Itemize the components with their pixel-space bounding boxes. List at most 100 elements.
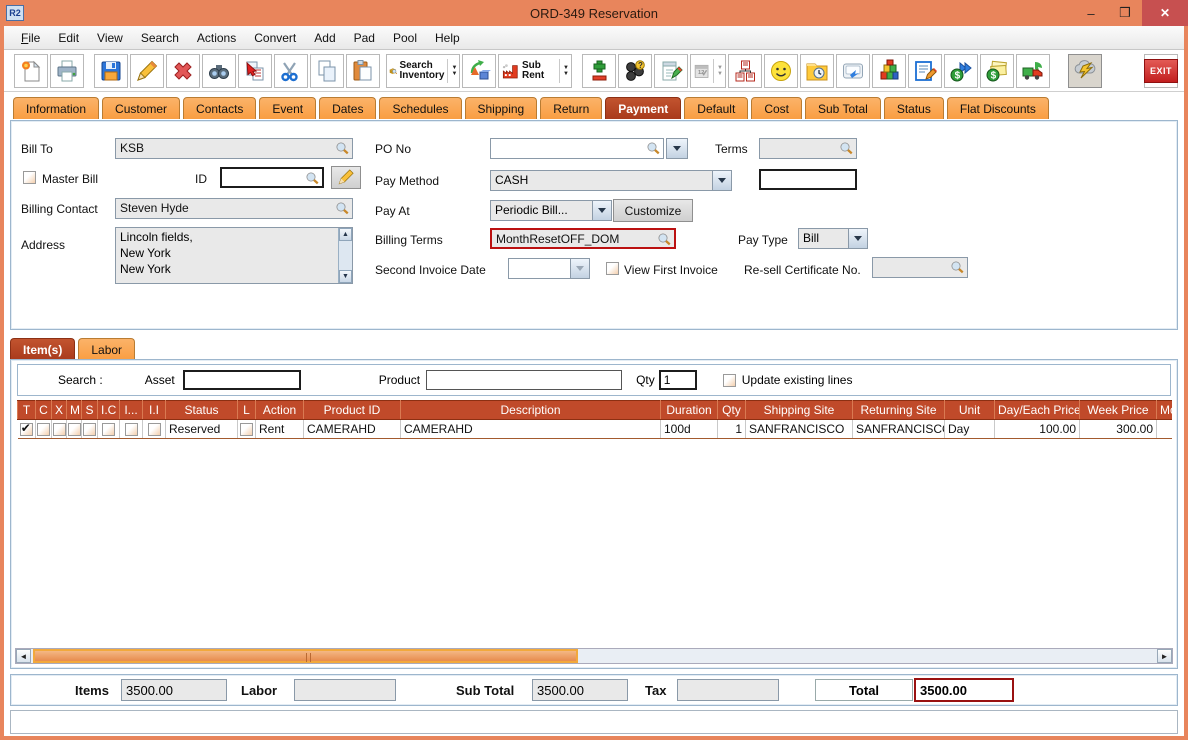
terms-field[interactable]: [759, 138, 857, 159]
bill-to-field[interactable]: KSB: [115, 138, 353, 159]
calendar-dropdown[interactable]: ▼ ▼: [713, 58, 723, 83]
col-header[interactable]: Duration: [660, 400, 718, 420]
pay-type-combo[interactable]: Bill: [798, 228, 868, 249]
copy-lines-button[interactable]: [238, 53, 272, 88]
tab-flat-discounts[interactable]: Flat Discounts: [946, 97, 1049, 119]
customer-smiley-button[interactable]: [764, 53, 798, 88]
col-header[interactable]: I.C: [97, 400, 120, 420]
menu-file[interactable]: File: [12, 28, 49, 48]
view-first-invoice-checkbox[interactable]: [606, 262, 619, 275]
tab-shipping[interactable]: Shipping: [464, 97, 538, 119]
pool-button[interactable]: ?: [617, 53, 652, 88]
tab-sub-total[interactable]: Sub Total: [805, 97, 881, 119]
resell-cert-field[interactable]: [872, 257, 968, 278]
id-search-icon[interactable]: [305, 171, 320, 186]
tab-dates[interactable]: Dates: [319, 97, 377, 119]
sub-rent-dropdown[interactable]: ▼ ▼: [558, 58, 569, 83]
col-header[interactable]: X: [51, 400, 67, 420]
edit-button[interactable]: [130, 53, 164, 88]
minimize-button[interactable]: –: [1074, 0, 1108, 26]
invoice-button[interactable]: $: [980, 53, 1014, 88]
col-header[interactable]: I.I: [142, 400, 166, 420]
print-button[interactable]: [50, 53, 84, 88]
row-checkbox[interactable]: [68, 423, 81, 437]
row-checkbox[interactable]: [19, 421, 33, 437]
bill-to-search-icon[interactable]: [335, 141, 350, 156]
tab-default[interactable]: Default: [684, 97, 749, 119]
tab-return[interactable]: Return: [540, 97, 603, 119]
tab-labor[interactable]: Labor: [78, 338, 136, 360]
customize-button[interactable]: Customize: [613, 199, 693, 222]
row-checkbox[interactable]: [102, 423, 115, 437]
search-inventory-dropdown[interactable]: ▼ ▼: [447, 58, 457, 83]
row-checkbox[interactable]: [37, 423, 50, 437]
col-header[interactable]: Qty: [717, 400, 746, 420]
menu-view[interactable]: View: [88, 28, 132, 48]
history-folder-button[interactable]: [800, 53, 834, 88]
second-invoice-date-field[interactable]: [508, 258, 590, 279]
pay-method-extra-field[interactable]: [759, 169, 857, 190]
row-checkbox[interactable]: [240, 423, 253, 437]
tab-event[interactable]: Event: [259, 97, 317, 119]
col-header[interactable]: I...: [119, 400, 143, 420]
hierarchy-button[interactable]: [728, 53, 762, 88]
pay-method-combo[interactable]: CASH: [490, 170, 732, 191]
delete-button[interactable]: [166, 53, 200, 88]
sub-rent-button[interactable]: Sub Rent ▼ ▼: [498, 53, 572, 88]
address-scrollbar[interactable]: ▲ ▼: [338, 228, 352, 283]
batch-cubes-button[interactable]: [872, 53, 906, 88]
product-input[interactable]: [426, 370, 623, 390]
id-field[interactable]: [220, 167, 324, 188]
col-header[interactable]: L: [237, 400, 256, 420]
po-no-search-icon[interactable]: [646, 141, 661, 156]
col-header[interactable]: Product ID: [303, 400, 401, 420]
tab-status[interactable]: Status: [883, 97, 944, 119]
col-header[interactable]: Action: [255, 400, 304, 420]
update-lines-checkbox[interactable]: [722, 373, 736, 387]
menu-help[interactable]: Help: [426, 28, 469, 48]
cut-button[interactable]: [274, 53, 308, 88]
menu-pool[interactable]: Pool: [384, 28, 426, 48]
col-header[interactable]: Unit: [944, 400, 995, 420]
row-checkbox[interactable]: [83, 423, 96, 437]
col-header[interactable]: M: [66, 400, 82, 420]
menu-convert[interactable]: Convert: [245, 28, 305, 48]
copy-button[interactable]: [310, 53, 344, 88]
col-header[interactable]: T: [17, 400, 36, 420]
po-no-dropdown[interactable]: [666, 138, 688, 159]
billing-terms-search-icon[interactable]: [657, 232, 672, 247]
notes-button[interactable]: [653, 53, 688, 88]
memo-button[interactable]: [908, 53, 942, 88]
resell-cert-search-icon[interactable]: [950, 260, 965, 275]
qty-input[interactable]: [658, 370, 697, 390]
shortcut-key-button[interactable]: [836, 53, 870, 88]
menu-search[interactable]: Search: [132, 28, 188, 48]
id-edit-button[interactable]: [331, 166, 361, 189]
table-row[interactable]: ReservedRentCAMERAHDCAMERAHD100d1SANFRAN…: [17, 419, 1172, 439]
row-checkbox[interactable]: [147, 423, 161, 437]
col-header[interactable]: Day/Each Price: [994, 400, 1080, 420]
shipping-truck-button[interactable]: [1016, 53, 1050, 88]
billing-contact-field[interactable]: Steven Hyde: [115, 198, 353, 219]
col-header[interactable]: Status: [165, 400, 238, 420]
col-header[interactable]: Shipping Site: [745, 400, 853, 420]
convert-shapes-button[interactable]: [462, 53, 497, 88]
paste-button[interactable]: [346, 53, 380, 88]
terms-search-icon[interactable]: [839, 141, 854, 156]
hscroll-thumb[interactable]: [33, 649, 578, 663]
save-button[interactable]: [94, 53, 128, 88]
po-no-field[interactable]: [490, 138, 664, 159]
menu-actions[interactable]: Actions: [188, 28, 245, 48]
pay-at-combo[interactable]: Periodic Bill...: [490, 200, 612, 221]
menu-edit[interactable]: Edit: [49, 28, 88, 48]
col-header[interactable]: S: [81, 400, 98, 420]
items-hscrollbar[interactable]: ◄ ►: [15, 648, 1173, 664]
maximize-button[interactable]: ❒: [1108, 0, 1142, 26]
hscroll-left-icon[interactable]: ◄: [16, 649, 31, 663]
col-header[interactable]: Month Price: [1156, 400, 1172, 420]
col-header[interactable]: Description: [400, 400, 661, 420]
tab-payment[interactable]: Payment: [605, 97, 682, 119]
quick-action-button[interactable]: [1068, 53, 1102, 88]
tab-cost[interactable]: Cost: [751, 97, 802, 119]
col-header[interactable]: Returning Site: [852, 400, 945, 420]
